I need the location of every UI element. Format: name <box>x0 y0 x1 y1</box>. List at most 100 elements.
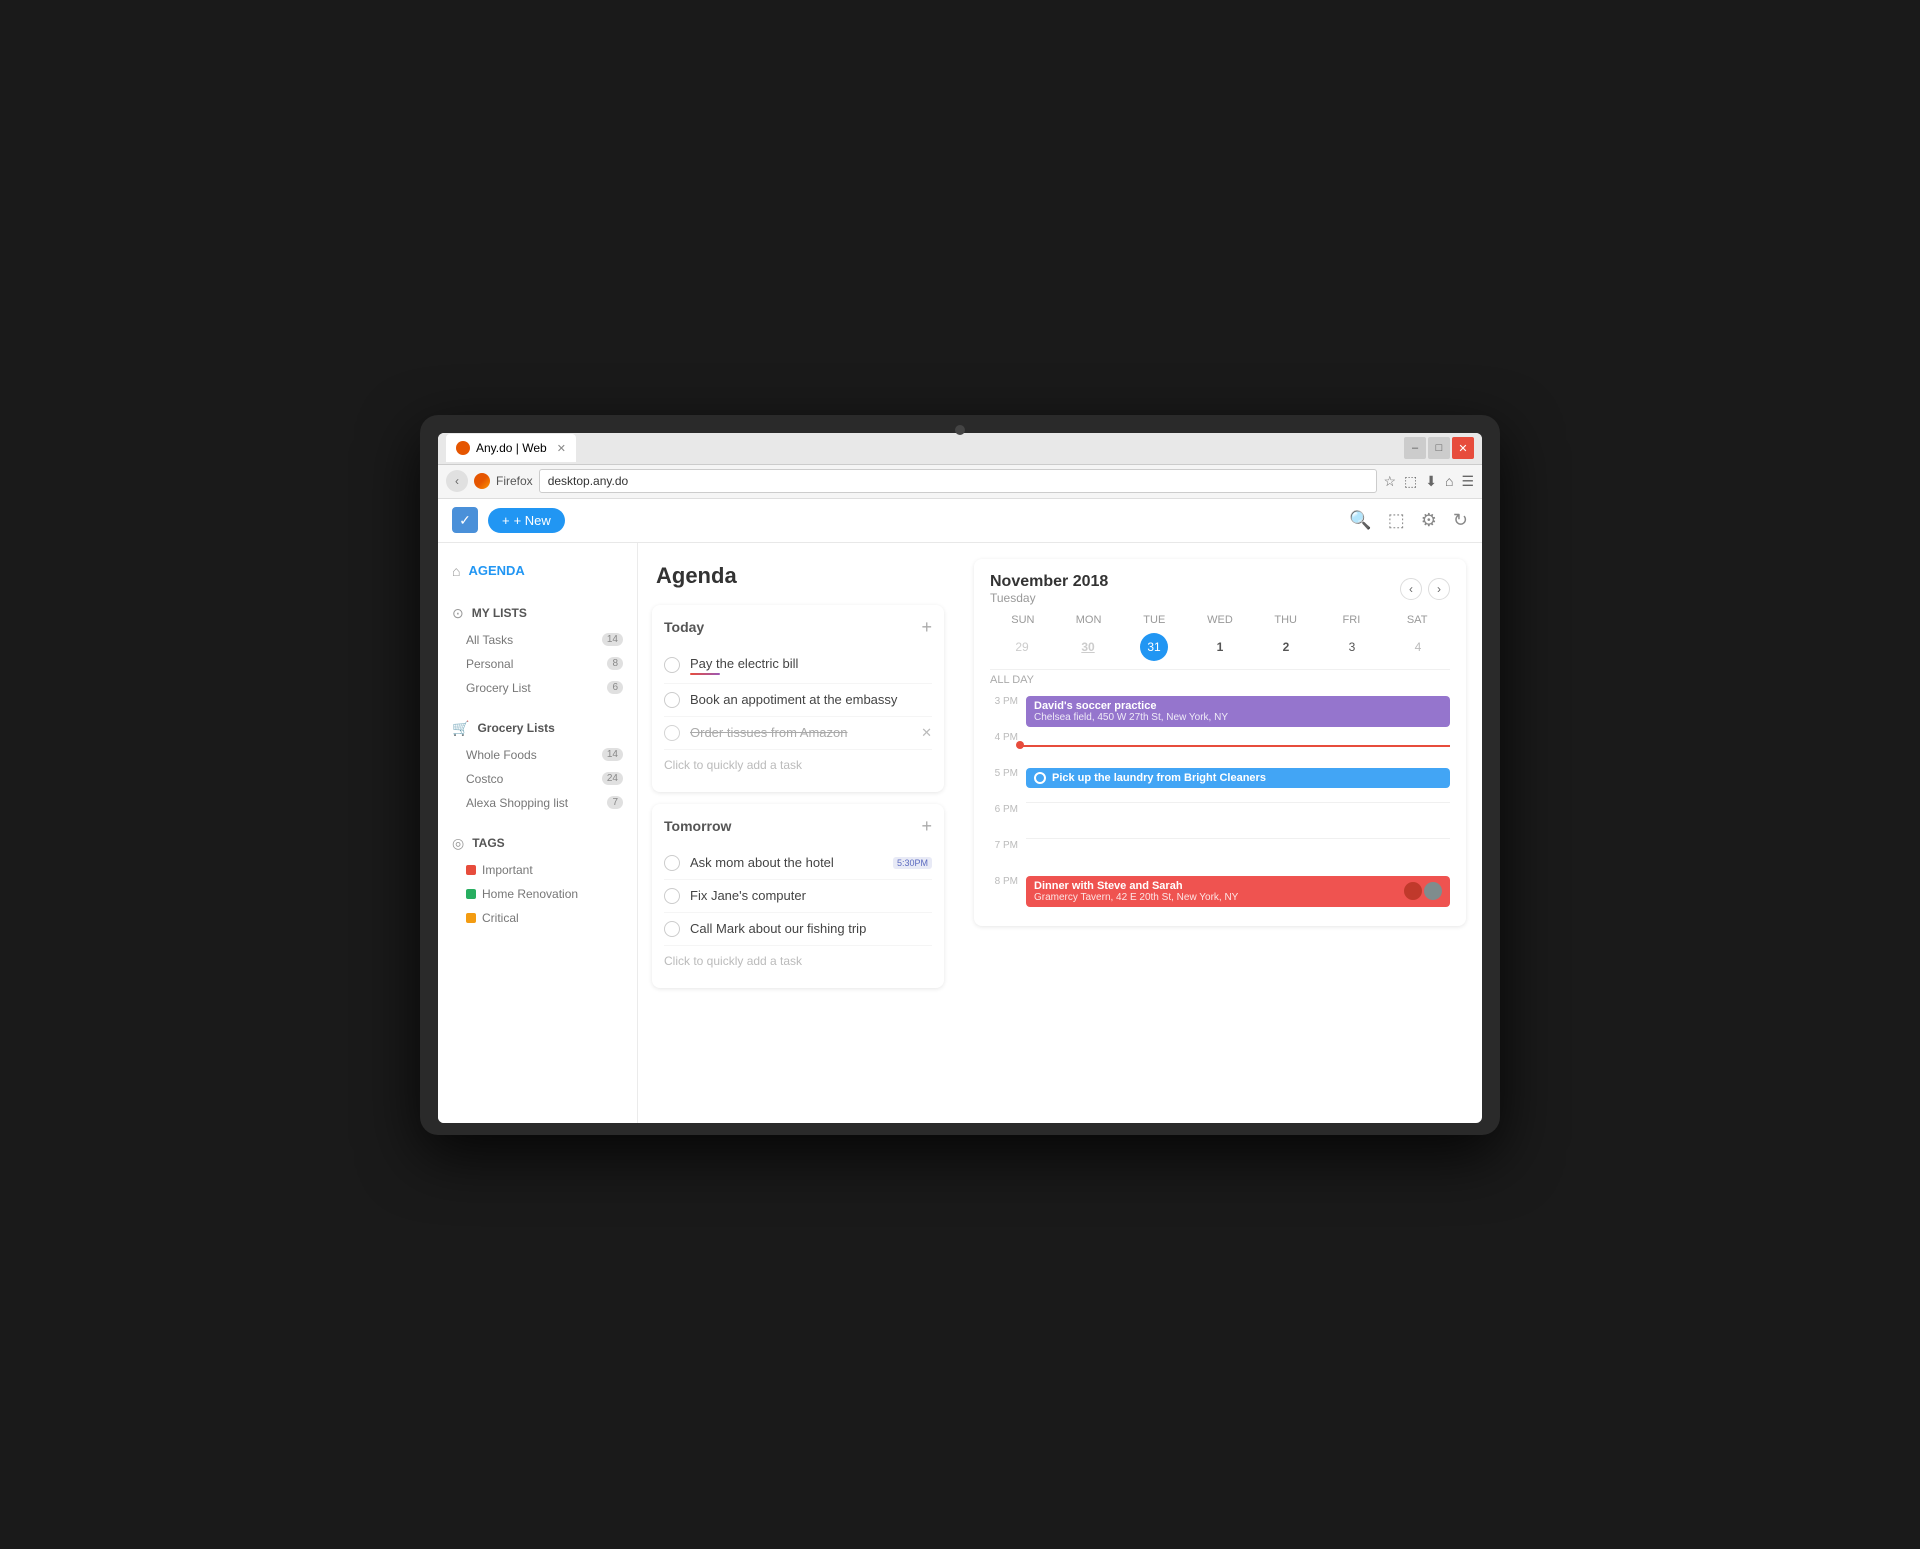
sidebar: ⌂ AGENDA ⊙ MY LISTS All Tasks 14 <box>438 543 638 1123</box>
app-toolbar: ✓ + + New 🔍 ⬚ ⚙ ↻ <box>438 499 1482 543</box>
time-row-8pm: 8 PM Dinner with Steve and Sarah Gramerc… <box>990 874 1450 910</box>
whole-foods-badge: 14 <box>602 748 623 761</box>
tab-close-icon[interactable]: ✕ <box>557 442 566 455</box>
maximize-button[interactable]: □ <box>1428 437 1450 459</box>
minimize-button[interactable]: – <box>1404 437 1426 459</box>
sidebar-item-personal[interactable]: Personal 8 <box>466 652 637 676</box>
today-quick-add[interactable]: Click to quickly add a task <box>664 750 932 780</box>
home-icon[interactable]: ⌂ <box>1445 473 1453 489</box>
sidebar-item-costco[interactable]: Costco 24 <box>466 767 637 791</box>
close-button[interactable]: ✕ <box>1452 437 1474 459</box>
task-text-1: Pay the electric bill <box>690 656 932 671</box>
time-content-8pm: Dinner with Steve and Sarah Gramercy Tav… <box>1026 874 1450 909</box>
calendar-prev-button[interactable]: ‹ <box>1400 578 1422 600</box>
browser-name: Firefox <box>496 474 533 488</box>
today-add-button[interactable]: + <box>921 617 932 638</box>
event-soccer-sub: Chelsea field, 450 W 27th St, New York, … <box>1034 712 1442 723</box>
sidebar-tag-important[interactable]: Important <box>466 858 637 882</box>
task-checkbox-4[interactable] <box>664 855 680 871</box>
time-label-6pm: 6 PM <box>990 802 1018 815</box>
today-header: Today + <box>664 617 932 638</box>
tomorrow-add-button[interactable]: + <box>921 816 932 837</box>
sidebar-tags-header[interactable]: ◎ TAGS <box>438 829 637 858</box>
search-icon[interactable]: 🔍 <box>1349 510 1371 531</box>
time-label-7pm: 7 PM <box>990 838 1018 851</box>
cal-day-2[interactable]: 2 <box>1272 633 1300 661</box>
tomorrow-quick-add[interactable]: Click to quickly add a task <box>664 946 932 976</box>
refresh-icon[interactable]: ↻ <box>1453 510 1468 531</box>
home-renovation-tag-dot <box>466 889 476 899</box>
task-checkbox-2[interactable] <box>664 692 680 708</box>
screenshot-icon[interactable]: ⬚ <box>1404 473 1417 490</box>
task-checkbox-6[interactable] <box>664 921 680 937</box>
menu-icon[interactable]: ☰ <box>1461 473 1474 490</box>
task-book-appointment[interactable]: Book an appotiment at the embassy <box>664 684 932 717</box>
cal-day-31[interactable]: 31 <box>1140 633 1168 661</box>
sidebar-all-tasks-label: All Tasks <box>466 633 513 647</box>
time-row-6pm: 6 PM <box>990 802 1450 838</box>
cal-day-29[interactable]: 29 <box>1008 633 1036 661</box>
cal-day-30[interactable]: 30 <box>1074 633 1102 661</box>
laptop-frame: Any.do | Web ✕ – □ ✕ ‹ Firefox ☆ ⬚ ⬇ ⌂ ☰ <box>420 415 1500 1135</box>
grocery-list-badge: 6 <box>607 681 623 694</box>
event-dinner-title: Dinner with Steve and Sarah <box>1034 880 1238 892</box>
time-label-5pm: 5 PM <box>990 766 1018 779</box>
address-bar: ‹ Firefox ☆ ⬚ ⬇ ⌂ ☰ <box>438 465 1482 499</box>
settings-icon[interactable]: ⚙ <box>1421 510 1437 531</box>
day-header-thu: THU <box>1253 611 1319 629</box>
calendar-days: 29 30 31 1 2 3 4 <box>990 633 1450 661</box>
task-pay-electric[interactable]: Pay the electric bill <box>664 648 932 684</box>
task-call-mark[interactable]: Call Mark about our fishing trip <box>664 913 932 946</box>
event-soccer[interactable]: David's soccer practice Chelsea field, 4… <box>1026 696 1450 727</box>
app-body: ⌂ AGENDA ⊙ MY LISTS All Tasks 14 <box>438 543 1482 1123</box>
calendar-panel: November 2018 Tuesday ‹ › SUN <box>958 543 1482 1123</box>
bookmark-icon[interactable]: ☆ <box>1383 473 1396 490</box>
new-button[interactable]: + + New <box>488 508 565 533</box>
window-controls: – □ ✕ <box>1404 437 1474 459</box>
sidebar-grocery-sub: Whole Foods 14 Costco 24 Alexa Shopping … <box>438 743 637 815</box>
cal-day-4[interactable]: 4 <box>1404 633 1432 661</box>
sidebar-item-grocery-list[interactable]: Grocery List 6 <box>466 676 637 700</box>
calendar-month: November 2018 <box>990 573 1108 591</box>
sidebar-my-lists-header[interactable]: ⊙ MY LISTS <box>438 599 637 628</box>
sidebar-item-alexa[interactable]: Alexa Shopping list 7 <box>466 791 637 815</box>
task-fix-jane[interactable]: Fix Jane's computer <box>664 880 932 913</box>
task-text-4: Ask mom about the hotel <box>690 855 883 870</box>
day-header-sat: SAT <box>1384 611 1450 629</box>
sidebar-grocery-list-label: Grocery List <box>466 681 531 695</box>
back-button[interactable]: ‹ <box>446 470 468 492</box>
download-icon[interactable]: ⬇ <box>1425 473 1437 490</box>
task-checkbox-3[interactable] <box>664 725 680 741</box>
task-ask-mom[interactable]: Ask mom about the hotel 5:30PM <box>664 847 932 880</box>
cal-day-3[interactable]: 3 <box>1338 633 1366 661</box>
cal-day-1[interactable]: 1 <box>1206 633 1234 661</box>
time-content-7pm <box>1026 838 1450 868</box>
calendar-day-headers: SUN MON TUE WED THU FRI SAT <box>990 611 1450 629</box>
sidebar-tag-critical[interactable]: Critical <box>466 906 637 930</box>
sidebar-item-all-tasks[interactable]: All Tasks 14 <box>466 628 637 652</box>
task-order-tissues[interactable]: Order tissues from Amazon ✕ <box>664 717 932 750</box>
toolbar-icons: 🔍 ⬚ ⚙ ↻ <box>1349 510 1468 531</box>
home-renovation-tag-label: Home Renovation <box>482 887 578 901</box>
important-tag-label: Important <box>482 863 533 877</box>
url-input[interactable] <box>539 469 1378 493</box>
sidebar-item-agenda[interactable]: ⌂ AGENDA <box>438 557 637 585</box>
sidebar-tag-home-renovation[interactable]: Home Renovation <box>466 882 637 906</box>
costco-label: Costco <box>466 772 503 786</box>
alexa-badge: 7 <box>607 796 623 809</box>
browser-tab[interactable]: Any.do | Web ✕ <box>446 434 576 462</box>
task-checkbox-1[interactable] <box>664 657 680 673</box>
calendar-next-button[interactable]: › <box>1428 578 1450 600</box>
sidebar-grocery-lists-header[interactable]: 🛒 Grocery Lists <box>438 714 637 743</box>
event-circle-icon <box>1034 772 1046 784</box>
basket-icon: 🛒 <box>452 720 469 737</box>
day-header-mon: MON <box>1056 611 1122 629</box>
costco-badge: 24 <box>602 772 623 785</box>
event-laundry[interactable]: Pick up the laundry from Bright Cleaners <box>1026 768 1450 788</box>
task-checkbox-5[interactable] <box>664 888 680 904</box>
address-bar-icons: ☆ ⬚ ⬇ ⌂ ☰ <box>1383 473 1474 490</box>
share-icon[interactable]: ⬚ <box>1388 510 1405 531</box>
sidebar-item-whole-foods[interactable]: Whole Foods 14 <box>466 743 637 767</box>
task-delete-icon[interactable]: ✕ <box>921 725 932 741</box>
event-dinner[interactable]: Dinner with Steve and Sarah Gramercy Tav… <box>1026 876 1450 907</box>
